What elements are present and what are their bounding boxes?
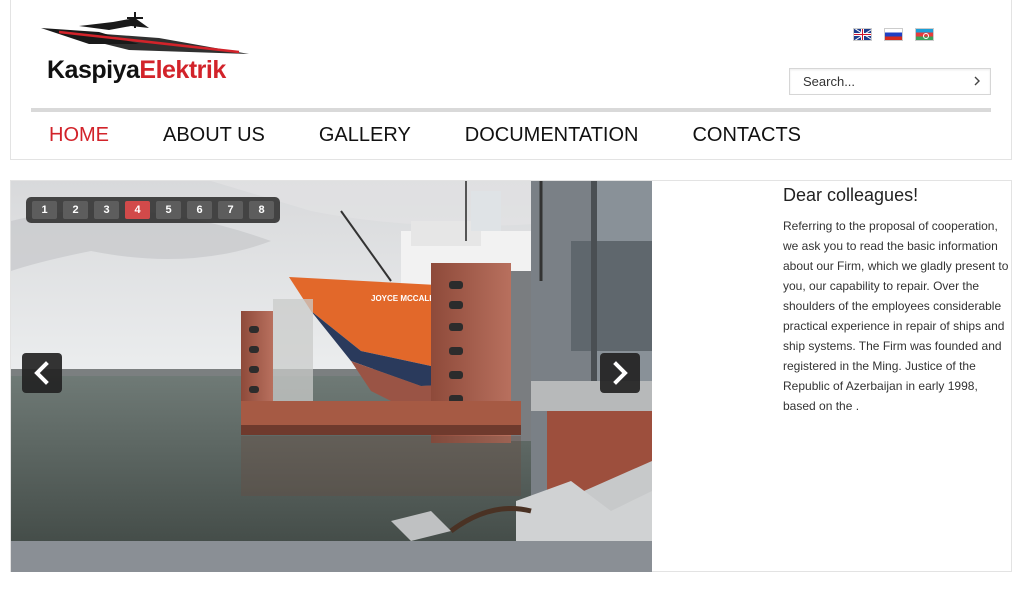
slide-page-1[interactable]: 1 bbox=[32, 201, 57, 219]
nav-item-about-us[interactable]: ABOUT US bbox=[145, 124, 265, 147]
main-navigation: HOME ABOUT US GALLERY DOCUMENTATION CONT… bbox=[31, 124, 837, 147]
main-content: JOYCE MCCALL 1 2 3 4 5 6 7 8 Dear collea… bbox=[10, 180, 1012, 572]
nav-item-home[interactable]: HOME bbox=[31, 124, 109, 147]
welcome-panel: Dear colleagues! Referring to the propos… bbox=[783, 185, 1009, 416]
slide-page-5[interactable]: 5 bbox=[156, 201, 181, 219]
slider-next-button[interactable] bbox=[600, 353, 640, 393]
nav-item-gallery[interactable]: GALLERY bbox=[301, 124, 411, 147]
azerbaijan-flag-icon[interactable] bbox=[915, 28, 934, 41]
nav-item-contacts[interactable]: CONTACTS bbox=[674, 124, 801, 147]
ship-logo-icon bbox=[41, 12, 249, 54]
header-divider bbox=[31, 108, 991, 112]
slide-page-8[interactable]: 8 bbox=[249, 201, 274, 219]
welcome-body: Referring to the proposal of cooperation… bbox=[783, 219, 1009, 413]
slide-page-6[interactable]: 6 bbox=[187, 201, 212, 219]
chevron-right-icon bbox=[613, 361, 628, 385]
slide-page-4[interactable]: 4 bbox=[125, 201, 150, 219]
logo-text: KaspiyaElektrik bbox=[47, 56, 226, 85]
chevron-right-icon[interactable] bbox=[970, 74, 984, 88]
slider-prev-button[interactable] bbox=[22, 353, 62, 393]
slide-page-2[interactable]: 2 bbox=[63, 201, 88, 219]
image-slider: JOYCE MCCALL 1 2 3 4 5 6 7 8 bbox=[11, 181, 652, 572]
welcome-title: Dear colleagues! bbox=[783, 185, 919, 205]
chevron-left-icon bbox=[34, 361, 49, 385]
slide-page-3[interactable]: 3 bbox=[94, 201, 119, 219]
slide-page-7[interactable]: 7 bbox=[218, 201, 243, 219]
search-input[interactable] bbox=[790, 69, 970, 94]
language-switcher bbox=[853, 28, 934, 41]
nav-item-documentation[interactable]: DOCUMENTATION bbox=[447, 124, 639, 147]
company-logo[interactable]: KaspiyaElektrik bbox=[39, 10, 254, 88]
logo-text-part1: Kaspiya bbox=[47, 56, 140, 84]
slide-image: JOYCE MCCALL bbox=[11, 181, 652, 572]
slider-pagination: 1 2 3 4 5 6 7 8 bbox=[26, 197, 280, 223]
uk-flag-icon[interactable] bbox=[853, 28, 872, 41]
logo-text-part2: Elektrik bbox=[139, 56, 226, 84]
russia-flag-icon[interactable] bbox=[884, 28, 903, 41]
search-box bbox=[789, 68, 991, 95]
site-header: KaspiyaElektrik HOME ABOUT US GALLERY DO… bbox=[10, 0, 1012, 160]
ship-name-label: JOYCE MCCALL bbox=[371, 294, 434, 303]
